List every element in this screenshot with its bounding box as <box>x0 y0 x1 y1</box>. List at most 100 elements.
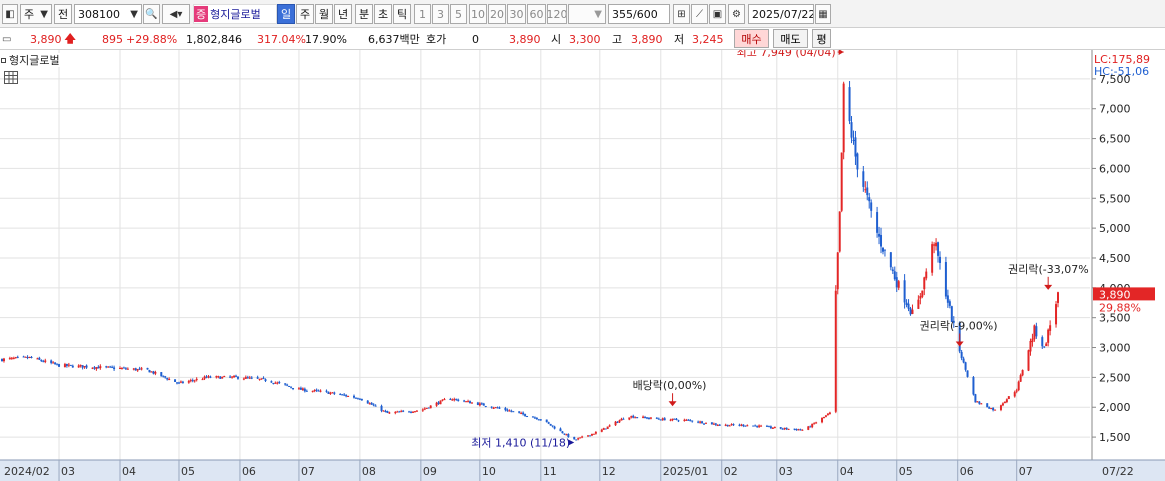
candle-body <box>331 392 334 394</box>
candle-body <box>451 399 454 401</box>
candle-body <box>360 398 363 401</box>
price-change-pct: +29.88% <box>126 32 178 46</box>
candle-body <box>256 377 259 379</box>
period-week-button[interactable]: 주 <box>296 4 314 24</box>
interval-3-button[interactable]: 3 <box>432 4 449 24</box>
gear-icon[interactable]: ⚙ <box>728 4 745 24</box>
x-tick-label: 04 <box>122 465 136 478</box>
candle-body <box>677 420 680 422</box>
candle-body <box>600 429 603 432</box>
candle-body <box>518 411 521 413</box>
candle-body <box>895 277 898 288</box>
candle-type-icon[interactable]: ⊞ <box>673 4 690 24</box>
interval-120-button[interactable]: 120 <box>547 4 567 24</box>
interval-60-button[interactable]: 60 <box>527 4 546 24</box>
candle-body <box>54 362 57 365</box>
x-tick-label: 11 <box>543 465 557 478</box>
period-year-button[interactable]: 년 <box>334 4 352 24</box>
period-minute-button[interactable]: 분 <box>355 4 373 24</box>
interval-5-button[interactable]: 5 <box>450 4 467 24</box>
interval-30-button[interactable]: 30 <box>507 4 526 24</box>
candle-body <box>132 368 135 370</box>
period-day-button[interactable]: 일 <box>277 4 295 24</box>
candle-body <box>1013 392 1016 397</box>
candle-body <box>728 425 731 427</box>
candle-body <box>978 401 981 404</box>
candle-body <box>16 356 19 358</box>
annotation-label: 최저 1,410 (11/18) <box>471 436 570 449</box>
candle-body <box>229 376 232 378</box>
period-month-button[interactable]: 월 <box>315 4 333 24</box>
candle-body <box>937 242 940 256</box>
count-field[interactable]: 355/600 <box>608 4 670 24</box>
price-chart[interactable]: 1,5002,0002,5003,0003,5004,0004,5005,000… <box>0 50 1165 481</box>
candle-body <box>944 262 947 297</box>
candle-body <box>480 403 483 405</box>
candle-body <box>520 412 523 414</box>
candle-body <box>166 378 169 380</box>
candle-body <box>146 367 149 370</box>
interval-10-button[interactable]: 10 <box>469 4 487 24</box>
candle-body <box>939 256 942 263</box>
candle-body <box>341 394 344 396</box>
code-input[interactable]: 308100 ▼ <box>74 4 142 24</box>
candle-body <box>533 417 536 419</box>
volume: 1,802,846 <box>186 32 242 46</box>
candle-body <box>801 429 804 431</box>
candle-body <box>767 426 770 428</box>
candle-body <box>231 376 234 378</box>
legend-square-icon <box>1 57 6 63</box>
price-tag-pct: 29,88% <box>1099 301 1141 314</box>
annotation-label: 권리락(-9,00%) <box>920 320 998 333</box>
candle-body <box>905 302 908 305</box>
sell-button[interactable]: 매도 <box>773 29 808 48</box>
date-field[interactable]: 2025/07/22 <box>748 4 814 24</box>
save-icon[interactable]: ▣ <box>709 4 726 24</box>
candle-body <box>22 356 25 358</box>
layout-toggle-icon[interactable]: ◧ <box>2 4 18 24</box>
period-tick-button[interactable]: 틱 <box>393 4 411 24</box>
candle-body <box>356 398 359 400</box>
candle-body <box>697 421 700 423</box>
candle-body <box>425 407 428 409</box>
candle-body <box>38 357 41 360</box>
candle-body <box>260 378 263 380</box>
candle-body <box>372 404 375 406</box>
candle-body <box>1 358 3 362</box>
stock-name-field[interactable]: 증 형지글로벌 <box>193 4 277 24</box>
candle-body <box>754 425 757 427</box>
candle-body <box>765 425 768 427</box>
candle-body <box>174 379 177 382</box>
interval-20-button[interactable]: 20 <box>488 4 506 24</box>
candle-body <box>160 372 163 377</box>
calendar-icon[interactable]: ▦ <box>815 4 831 24</box>
search-icon[interactable]: 🔍 <box>143 4 160 24</box>
interval-1-button[interactable]: 1 <box>414 4 431 24</box>
candle-body <box>508 410 511 412</box>
candle-body <box>207 376 210 378</box>
speaker-icon[interactable]: ◀▾ <box>162 4 190 24</box>
grid-table-icon[interactable] <box>4 71 18 84</box>
buy-button[interactable]: 매수 <box>734 29 769 48</box>
candle-body <box>50 360 53 363</box>
candle-body <box>402 410 405 412</box>
interval-dropdown[interactable]: ▼ <box>568 4 606 24</box>
y-tick-label: 2,500 <box>1099 371 1131 384</box>
average-button[interactable]: 평 <box>812 29 831 48</box>
candle-body <box>122 367 125 369</box>
candle-body <box>396 411 399 413</box>
candle-body <box>842 83 845 153</box>
annotation-label: 권리락(-33,07% <box>1008 263 1089 276</box>
draw-line-icon[interactable]: ⟋ <box>691 4 708 24</box>
candle-body <box>933 244 936 246</box>
prev-button[interactable]: 전 <box>54 4 72 24</box>
candle-body <box>366 400 369 404</box>
period-second-button[interactable]: 초 <box>374 4 392 24</box>
open-price: 3,300 <box>569 32 601 46</box>
candle-body <box>26 357 29 359</box>
candle-body <box>8 358 11 360</box>
candle-body <box>848 87 851 122</box>
period-select[interactable]: 주 ▼ <box>20 4 52 24</box>
candle-body <box>305 390 308 392</box>
candle-body <box>209 376 212 378</box>
